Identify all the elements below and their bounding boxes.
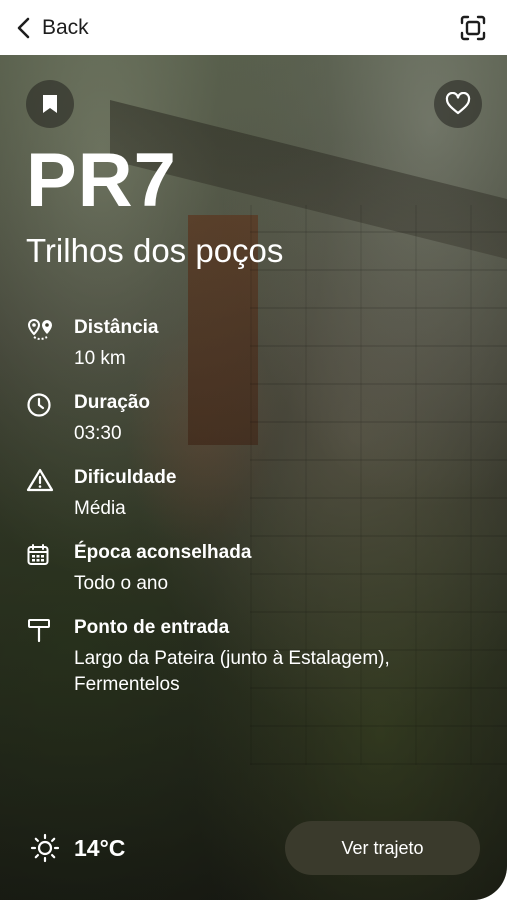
weather-info: 14°C xyxy=(30,833,125,863)
clock-icon xyxy=(26,392,56,418)
chevron-left-icon xyxy=(17,17,30,38)
detail-difficulty: Dificuldade Média xyxy=(26,465,486,522)
bookmark-button[interactable] xyxy=(26,80,74,128)
sun-icon xyxy=(30,833,60,863)
detail-label: Época aconselhada xyxy=(74,542,252,563)
heart-icon xyxy=(445,92,471,115)
top-navigation-bar: Back xyxy=(0,0,507,55)
favorite-button[interactable] xyxy=(434,80,482,128)
back-label: Back xyxy=(42,15,89,39)
detail-duration: Duração 03:30 xyxy=(26,390,486,447)
detail-label: Duração xyxy=(74,392,151,413)
scan-button[interactable] xyxy=(457,12,489,44)
route-code: PR7 xyxy=(26,138,177,223)
scan-frame-icon xyxy=(460,15,486,40)
detail-value: Largo da Pateira (junto à Estalagem), Fe… xyxy=(74,648,390,695)
detail-season: Época aconselhada Todo o ano xyxy=(26,540,486,597)
view-route-button[interactable]: Ver trajeto xyxy=(285,821,480,875)
trail-hero-card: PR7 Trilhos dos poços Distância 10 km Du… xyxy=(0,55,507,900)
detail-value: Todo o ano xyxy=(74,573,169,594)
temperature: 14°C xyxy=(74,834,126,861)
detail-distance: Distância 10 km xyxy=(26,315,486,372)
bookmark-icon xyxy=(43,95,57,113)
calendar-icon xyxy=(26,542,56,568)
detail-label: Distância xyxy=(74,317,159,338)
detail-entry-point: Ponto de entrada Largo da Pateira (junto… xyxy=(26,615,486,698)
detail-value: 03:30 xyxy=(74,423,122,444)
detail-value: 10 km xyxy=(74,348,126,369)
trail-details-list: Distância 10 km Duração 03:30 Dificuldad… xyxy=(26,315,486,716)
signpost-icon xyxy=(26,617,56,643)
warning-icon xyxy=(26,467,56,493)
route-name: Trilhos dos poços xyxy=(26,232,284,269)
detail-value: Média xyxy=(74,498,126,519)
back-button[interactable]: Back xyxy=(14,16,89,40)
detail-label: Dificuldade xyxy=(74,467,177,488)
detail-label: Ponto de entrada xyxy=(74,617,230,638)
map-pins-icon xyxy=(26,317,56,343)
